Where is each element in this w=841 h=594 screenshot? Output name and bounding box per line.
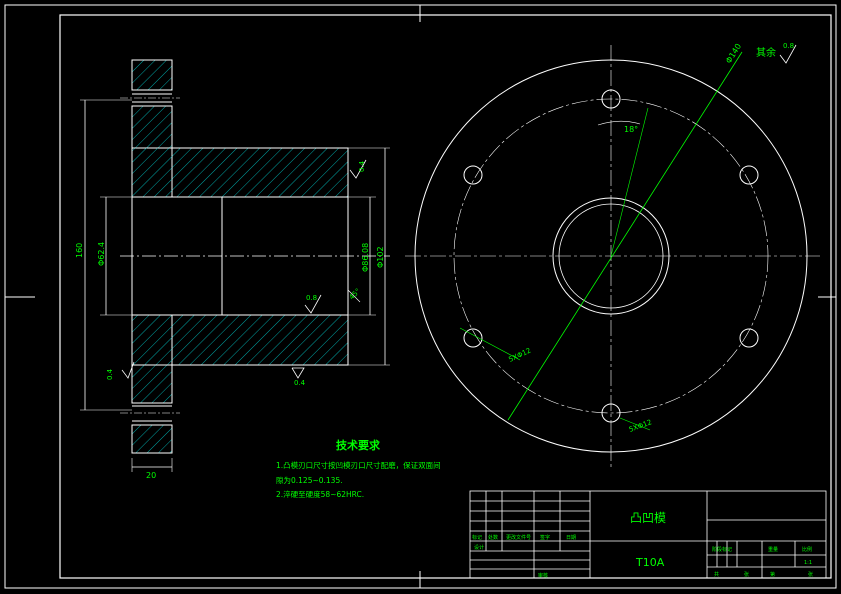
material: T10A <box>635 556 665 569</box>
roughness-4: 0.4 <box>294 379 306 387</box>
drawing-sheet: 160 Φ62.4 Φ86.08 Φ102 20 0.4 0.8 0.4 0.4… <box>0 0 841 594</box>
tech-line-1: 1.凸模刃口尺寸按凹模刃口尺寸配磨，保证双面间 <box>276 460 441 470</box>
part-name: 凸凹模 <box>630 511 666 525</box>
tech-heading: 技术要求 <box>336 438 381 452</box>
roughness-1: 0.4 <box>358 160 366 172</box>
tb-label-design: 设计 <box>474 544 484 551</box>
plan-view <box>405 44 820 470</box>
cad-drawing: 160 Φ62.4 Φ86.08 Φ102 20 0.4 0.8 0.4 0.4… <box>4 4 837 589</box>
tb-label-sheet: 张 <box>808 571 813 578</box>
tb-label-total: 共 <box>714 571 719 578</box>
tb-label-change: 更改文件号 <box>506 534 531 541</box>
outer-border <box>4 4 837 589</box>
tech-line-2: 隙为0.125~0.135. <box>276 475 343 485</box>
scale-value: 1:1 <box>804 560 812 566</box>
dim-bore-diameter: Φ62.4 <box>97 242 106 266</box>
hole-note-2: 5XΦ12 <box>628 418 653 434</box>
tb-label-scale: 比例 <box>802 546 812 553</box>
roughness-2: 0.8 <box>306 294 317 302</box>
dim-bolt-circle: Φ140 <box>724 42 743 65</box>
technical-requirements: 技术要求 1.凸模刃口尺寸按凹模刃口尺寸配磨，保证双面间 隙为0.125~0.1… <box>276 438 441 499</box>
dim-flange-width: 20 <box>146 471 156 480</box>
other-surface-value: 0.8 <box>783 42 794 50</box>
tb-label-date: 日期 <box>566 535 576 541</box>
dim-chamfer: 45° <box>348 287 362 301</box>
roughness-3: 0.4 <box>106 368 114 380</box>
dim-overall-diameter: 160 <box>75 243 84 258</box>
tb-label-stage: 阶段标记 <box>712 546 732 553</box>
tb-label-sign: 签字 <box>540 534 550 541</box>
section-view <box>120 59 390 454</box>
dim-angle: 18° <box>624 125 638 134</box>
tech-line-3: 2.淬硬至硬度58~62HRC. <box>276 489 364 499</box>
dim-punch-diameter: Φ86.08 <box>361 243 370 272</box>
hole-note-1: 5XΦ12 <box>507 347 532 364</box>
other-surface-label: 其余 <box>756 46 776 59</box>
dim-outer-diameter: Φ102 <box>376 246 385 268</box>
tb-label-review: 审核 <box>538 572 548 579</box>
tb-label-sheet-no: 第 <box>770 571 775 578</box>
tb-label-count: 处数 <box>488 534 498 541</box>
tb-label-mark: 标记 <box>472 534 482 541</box>
tb-label-sheets: 张 <box>744 571 749 578</box>
inner-border <box>59 14 832 579</box>
tb-label-weight: 重量 <box>768 546 778 553</box>
